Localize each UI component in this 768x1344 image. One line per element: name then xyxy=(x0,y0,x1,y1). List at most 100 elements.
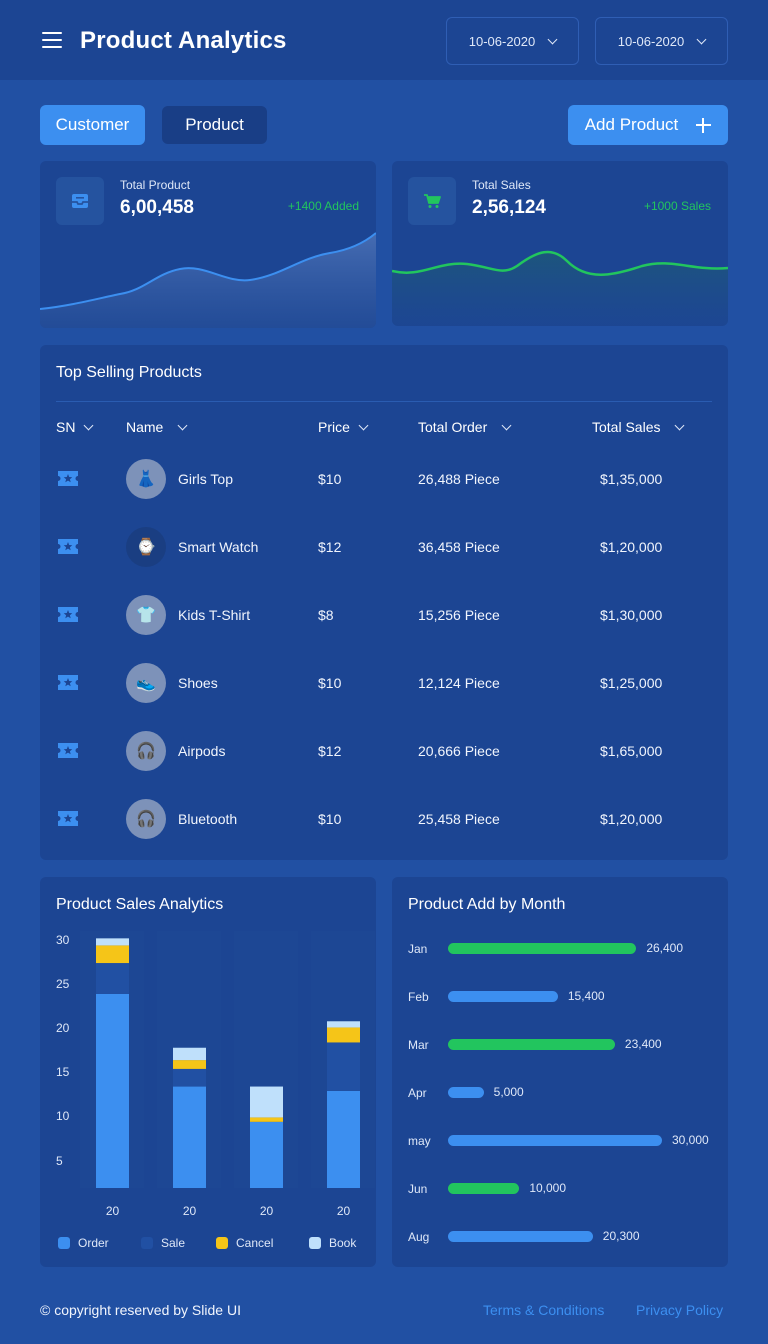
product-name: Bluetooth xyxy=(178,811,238,827)
tab-customer[interactable]: Customer xyxy=(40,105,145,145)
product-total-sales: $1,20,000 xyxy=(600,811,663,827)
ticket-icon xyxy=(58,811,78,826)
column-header-name[interactable]: Name xyxy=(126,419,188,435)
product-total-order: 36,458 Piece xyxy=(418,539,500,555)
month-bar xyxy=(448,1231,593,1242)
product-avatar: 🎧 xyxy=(126,731,166,771)
chevron-down-icon xyxy=(547,34,558,44)
month-value-label: 15,400 xyxy=(567,989,605,1003)
product-name: Kids T-Shirt xyxy=(178,607,251,623)
date-from-select[interactable]: 10-06-2020 xyxy=(446,17,579,65)
product-name: Airpods xyxy=(178,743,226,759)
table-row[interactable]: 👕 Kids T-Shirt $8 15,256 Piece $1,30,000 xyxy=(40,581,728,649)
month-label: Mar xyxy=(408,1038,429,1052)
month-value-label: 26,400 xyxy=(646,941,684,955)
month-value-label: 30,000 xyxy=(672,1133,709,1147)
bar-segment-book xyxy=(250,1086,283,1118)
product-avatar: 🎧 xyxy=(126,799,166,839)
table-row[interactable]: ⌚ Smart Watch $12 36,458 Piece $1,20,000 xyxy=(40,513,728,581)
terms-link[interactable]: Terms & Conditions xyxy=(483,1302,604,1318)
month-value-label: 10,000 xyxy=(529,1181,567,1195)
product-price: $8 xyxy=(318,607,334,623)
x-tick-label: 20 xyxy=(259,1204,274,1218)
legend-swatch xyxy=(141,1237,153,1249)
product-total-order: 26,488 Piece xyxy=(418,471,500,487)
product-avatar: 👗 xyxy=(126,459,166,499)
tab-product[interactable]: Product xyxy=(162,106,267,144)
x-tick-label: 20 xyxy=(105,1204,120,1218)
ticket-icon xyxy=(58,743,78,758)
product-total-order: 15,256 Piece xyxy=(418,607,500,623)
bar-segment-order xyxy=(250,1121,283,1188)
month-chart-title: Product Add by Month xyxy=(408,896,566,913)
chevron-down-icon xyxy=(84,420,94,430)
product-add-by-month-card: Product Add by Month Jan 26,400 Feb 15,400 M… xyxy=(392,877,728,1267)
month-bar xyxy=(448,1135,662,1146)
bar-segment-cancel xyxy=(250,1117,283,1122)
date-to-select[interactable]: 10-06-2020 xyxy=(595,17,728,65)
bar-segment-cancel xyxy=(96,945,129,964)
product-sales-analytics-card: Product Sales Analytics 30 25 20 15 10 5 20 20… xyxy=(40,877,376,1267)
legend-swatch xyxy=(309,1237,321,1249)
product-total-sales: $1,30,000 xyxy=(600,607,663,623)
column-header-total-order[interactable]: Total Order xyxy=(418,419,512,435)
copyright-text: © copyright reserved by Slide UI xyxy=(40,1302,241,1318)
ticket-icon xyxy=(58,675,78,690)
total-product-sparkline xyxy=(40,232,376,328)
column-header-price[interactable]: Price xyxy=(318,419,369,435)
month-label: Feb xyxy=(408,990,429,1004)
total-product-delta: +1400 Added xyxy=(287,199,359,213)
column-header-sn[interactable]: SN xyxy=(56,419,94,435)
product-total-sales: $1,20,000 xyxy=(600,539,663,555)
month-value-label: 23,400 xyxy=(624,1037,662,1051)
top-bar: Product Analytics 10-06-2020 10-06-2020 xyxy=(0,0,768,80)
bar-segment-cancel xyxy=(173,1060,206,1069)
product-total-order: 25,458 Piece xyxy=(418,811,500,827)
add-product-label: Add Product xyxy=(584,115,679,134)
divider xyxy=(56,401,712,402)
privacy-link[interactable]: Privacy Policy xyxy=(636,1302,723,1318)
x-tick-label: 20 xyxy=(336,1204,351,1218)
product-avatar: ⌚ xyxy=(126,527,166,567)
legend-swatch xyxy=(58,1237,70,1249)
legend-cancel: Cancel xyxy=(216,1236,273,1250)
product-total-order: 12,124 Piece xyxy=(418,675,500,691)
legend-book: Book xyxy=(309,1236,356,1250)
total-product-label: Total Product xyxy=(120,178,191,192)
month-bar xyxy=(448,991,558,1002)
date-to-value: 10-06-2020 xyxy=(617,33,685,49)
table-row[interactable]: 🎧 Bluetooth $10 25,458 Piece $1,20,000 xyxy=(40,785,728,853)
product-price: $10 xyxy=(318,811,342,827)
product-total-sales: $1,25,000 xyxy=(600,675,663,691)
total-sales-sparkline xyxy=(392,250,728,326)
month-bar xyxy=(448,1039,615,1050)
plus-icon xyxy=(696,117,712,133)
bar-segment-book xyxy=(96,938,129,946)
add-product-button[interactable]: Add Product xyxy=(568,105,728,145)
hamburger-menu-icon[interactable] xyxy=(42,32,62,50)
total-sales-label: Total Sales xyxy=(472,178,531,192)
legend-order: Order xyxy=(58,1236,109,1250)
total-sales-value: 2,56,124 xyxy=(472,197,546,218)
legend-swatch xyxy=(216,1237,228,1249)
top-selling-table: Top Selling Products SN Name Price Total… xyxy=(40,345,728,860)
table-row[interactable]: 👟 Shoes $10 12,124 Piece $1,25,000 xyxy=(40,649,728,717)
ticket-icon xyxy=(58,607,78,622)
bar-segment-cancel xyxy=(327,1027,360,1043)
month-label: Jan xyxy=(408,942,428,956)
month-bar xyxy=(448,1087,484,1098)
table-row[interactable]: 👗 Girls Top $10 26,488 Piece $1,35,000 xyxy=(40,445,728,513)
month-label: may xyxy=(408,1134,431,1148)
column-header-total-sales[interactable]: Total Sales xyxy=(592,419,685,435)
chevron-down-icon xyxy=(358,420,369,430)
product-price: $12 xyxy=(318,539,342,555)
table-title: Top Selling Products xyxy=(56,364,202,381)
month-label: Apr xyxy=(408,1086,427,1100)
bar-segment-order xyxy=(327,1090,360,1188)
ticket-icon xyxy=(58,539,78,554)
product-price: $10 xyxy=(318,471,342,487)
bar-segment-sale xyxy=(96,963,129,994)
table-row[interactable]: 🎧 Airpods $12 20,666 Piece $1,65,000 xyxy=(40,717,728,785)
product-price: $12 xyxy=(318,743,342,759)
product-price: $10 xyxy=(318,675,342,691)
